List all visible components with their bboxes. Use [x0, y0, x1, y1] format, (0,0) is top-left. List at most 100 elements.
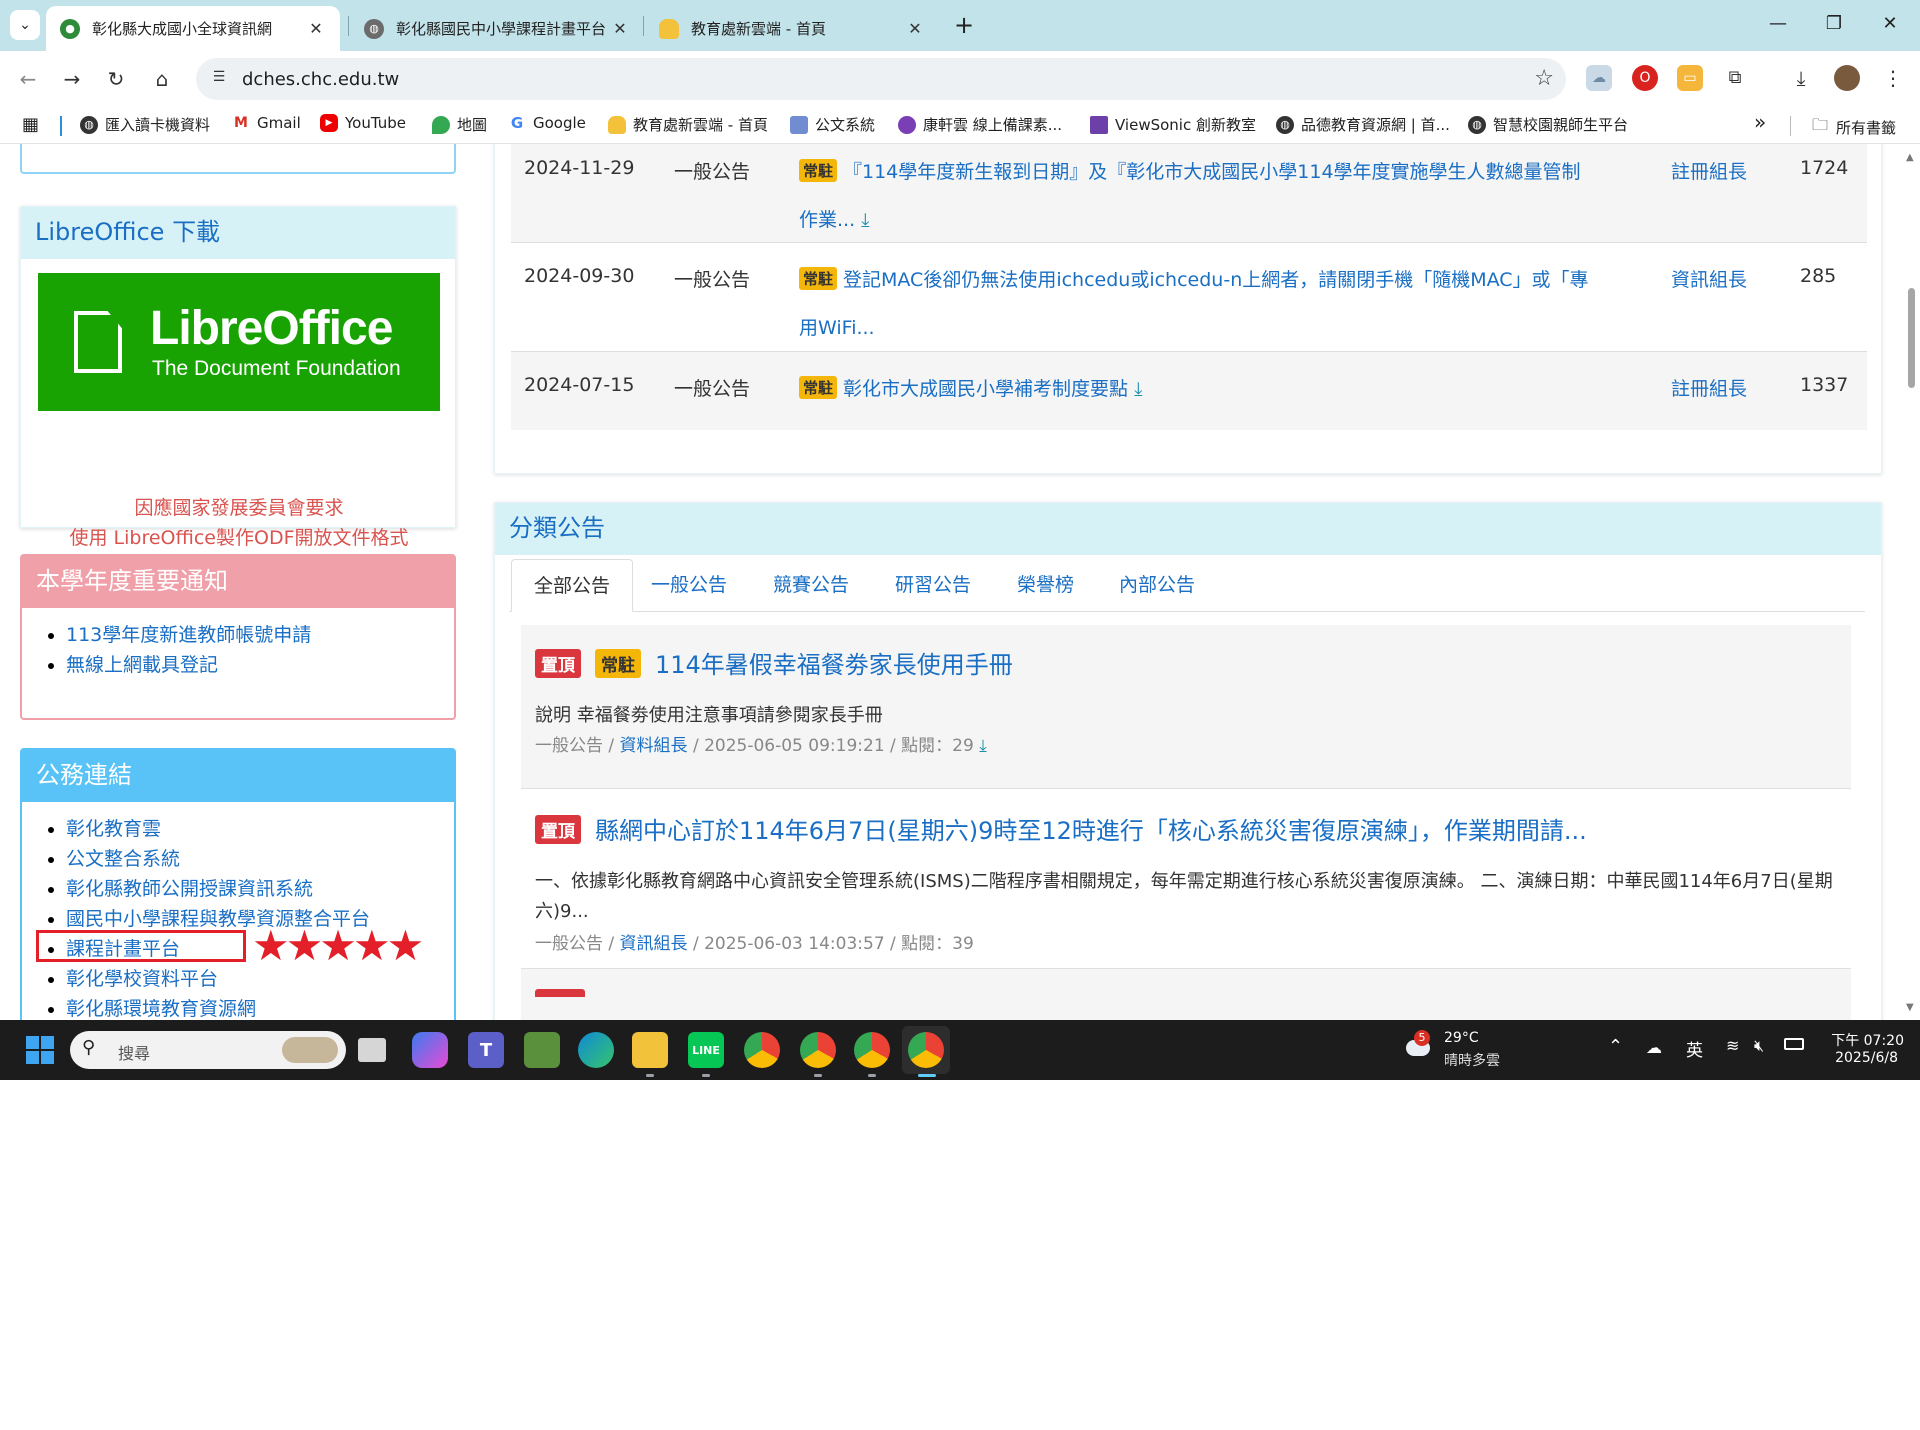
restore-button[interactable]: ❐ [1814, 8, 1854, 40]
tab-general-news[interactable]: 一般公告 [651, 559, 727, 611]
show-hidden-icons-chevron-icon[interactable]: ⌃ [1608, 1036, 1623, 1057]
tab-all-news[interactable]: 全部公告 [511, 559, 633, 612]
tab-dacheng[interactable]: ● 彰化縣大成國小全球資訊網 ✕ [46, 6, 340, 51]
row-title-link-continued[interactable]: 用WiFi... [799, 313, 875, 340]
weather-widget-icon[interactable]: 5 [1404, 1030, 1436, 1064]
download-icon[interactable]: ⤓ [1134, 378, 1142, 400]
line-icon[interactable]: LINE [688, 1032, 724, 1068]
bookmark-maps[interactable]: 地圖 [432, 114, 487, 135]
link-school-data-platform[interactable]: 彰化學校資料平台 [66, 968, 218, 990]
tab-edu-cloud[interactable]: 教育處新雲端 - 首頁 ✕ [645, 6, 939, 51]
close-tab-icon[interactable]: ✕ [306, 19, 326, 38]
bookmark-divider [60, 116, 62, 136]
link-chc-edu-cloud[interactable]: 彰化教育雲 [66, 818, 161, 840]
libreoffice-logo-text: LibreOffice [150, 302, 393, 355]
new-tab-button[interactable]: + [950, 12, 978, 40]
edge-icon[interactable] [578, 1032, 614, 1068]
close-window-button[interactable]: ✕ [1870, 8, 1910, 40]
tab-honor-roll[interactable]: 榮譽榜 [1017, 559, 1074, 611]
row-title-link-continued[interactable]: 作業... ⤓ [799, 205, 870, 232]
news-title-link[interactable]: 縣網中心訂於114年6月7日(星期六)9時至12時進行「核心系統災害復原演練」，… [595, 811, 1587, 846]
row-title-link[interactable]: 登記MAC後卻仍無法使用ichcedu或ichcedu-n上網者，請關閉手機「隨… [843, 265, 1589, 292]
apps-grid-icon[interactable]: ▦ [22, 114, 39, 135]
clock-date[interactable]: 2025/6/8 [1820, 1050, 1898, 1066]
forward-button[interactable]: → [56, 63, 88, 95]
row-title-link[interactable]: 『114學年度新生報到日期』及『彰化市大成國民小學114學年度實施學生人數總量管… [843, 157, 1581, 184]
tab-search-button[interactable]: ⌄ [10, 10, 40, 40]
folder-icon: 🗀 [1812, 115, 1829, 134]
bookmark-star-icon[interactable]: ☆ [1534, 66, 1554, 91]
bookmark-google[interactable]: G Google [508, 114, 586, 132]
download-icon[interactable]: ⤓ [979, 736, 987, 756]
file-explorer-icon[interactable] [632, 1032, 668, 1068]
extensions-puzzle-icon[interactable]: ⧉ [1722, 65, 1748, 91]
libreoffice-logo-banner[interactable]: LibreOffice The Document Foundation [38, 273, 440, 411]
wifi-icon[interactable]: ≋ [1726, 1036, 1739, 1055]
link-open-lesson-system[interactable]: 彰化縣教師公開授課資訊系統 [66, 878, 313, 900]
chrome-profile-icon[interactable] [854, 1032, 890, 1068]
bookmark-card-reader[interactable]: ◍ 匯入讀卡機資料 [80, 114, 210, 135]
bookmark-label: 品德教育資源網 | 首... [1301, 116, 1450, 134]
reload-button[interactable]: ↻ [100, 63, 132, 95]
address-bar[interactable]: ☰ dches.chc.edu.tw ☆ [196, 58, 1566, 100]
row-author-link[interactable]: 資訊組長 [1671, 265, 1747, 292]
download-icon[interactable]: ⤓ [1788, 65, 1814, 91]
home-button[interactable]: ⌂ [146, 63, 178, 95]
opera-extension-icon[interactable]: O [1632, 65, 1658, 91]
onedrive-cloud-icon[interactable]: ☁ [1646, 1038, 1662, 1057]
news-author-link[interactable]: 資料組長 [620, 736, 688, 756]
tab-competition-news[interactable]: 競賽公告 [773, 559, 849, 611]
web-page: LibreOffice 下載 LibreOffice The Document … [0, 144, 1920, 1020]
site-info-icon[interactable]: ☰ [208, 69, 230, 89]
teams-icon[interactable]: T [468, 1032, 504, 1068]
bookmark-character-edu[interactable]: ◍ 品德教育資源網 | 首... [1276, 114, 1450, 135]
profile-avatar[interactable] [1834, 65, 1860, 91]
row-author-link[interactable]: 註冊組長 [1671, 374, 1747, 401]
minimize-button[interactable]: — [1758, 8, 1798, 40]
start-button[interactable] [22, 1032, 58, 1068]
copilot-icon[interactable] [412, 1032, 448, 1068]
bookmark-kangxuan[interactable]: 康軒雲 線上備課素... [898, 114, 1062, 135]
taskbar-search-box[interactable]: ⚲ 搜尋 [70, 1031, 346, 1069]
battery-icon[interactable] [1784, 1038, 1804, 1050]
page-scrollbar[interactable]: ▲ ▼ [1902, 144, 1920, 1020]
chrome-icon[interactable] [744, 1032, 780, 1068]
input-method-indicator[interactable]: 英 [1686, 1036, 1703, 1061]
bookmark-smart-campus[interactable]: ◍ 智慧校園親師生平台 [1468, 114, 1628, 135]
notice-link[interactable]: 113學年度新進教師帳號申請 [66, 624, 311, 646]
close-tab-icon[interactable]: ✕ [905, 19, 925, 38]
row-author-link[interactable]: 註冊組長 [1671, 157, 1747, 184]
news-title-link[interactable]: 114年暑假幸福餐劵家長使用手冊 [655, 645, 1013, 680]
speaker-muted-icon[interactable]: 🔇︎ [1754, 1036, 1764, 1056]
link-document-system[interactable]: 公文整合系統 [66, 848, 180, 870]
all-bookmarks-button[interactable]: 🗀 所有書籤 [1812, 114, 1896, 141]
minecraft-icon[interactable] [524, 1032, 560, 1068]
close-tab-icon[interactable]: ✕ [610, 19, 630, 38]
bookmark-edu-cloud[interactable]: 教育處新雲端 - 首頁 [608, 114, 768, 135]
cloud-extension-icon[interactable]: ☁ [1586, 65, 1612, 91]
chrome-profile-icon[interactable] [800, 1032, 836, 1068]
download-icon[interactable]: ⤓ [861, 209, 869, 231]
clock-time[interactable]: 下午 07:20 [1820, 1030, 1904, 1050]
task-view-icon[interactable] [358, 1038, 386, 1062]
tag-extension-icon[interactable]: ▭ [1677, 65, 1703, 91]
scroll-up-arrow-icon[interactable]: ▲ [1906, 152, 1914, 163]
bookmark-gmail[interactable]: M Gmail [232, 114, 301, 132]
bookmark-viewsonic[interactable]: ViewSonic 創新教室 [1090, 114, 1256, 135]
bookmark-document-system[interactable]: 公文系統 [790, 114, 875, 135]
bookmark-youtube[interactable]: ▶ YouTube [320, 114, 406, 132]
notice-link[interactable]: 無線上網載具登記 [66, 654, 218, 676]
row-title-link[interactable]: 彰化市大成國民小學補考制度要點 ⤓ [843, 374, 1142, 401]
tab-curriculum-platform[interactable]: ◍ 彰化縣國民中小學課程計畫平台 ✕ [350, 6, 644, 51]
url-text[interactable]: dches.chc.edu.tw [242, 69, 399, 90]
tab-workshop-news[interactable]: 研習公告 [895, 559, 971, 611]
tab-internal-news[interactable]: 內部公告 [1119, 559, 1195, 611]
scroll-down-arrow-icon[interactable]: ▼ [1906, 1002, 1914, 1013]
news-author-link[interactable]: 資訊組長 [620, 934, 688, 954]
back-button[interactable]: ← [12, 63, 44, 95]
chrome-active-icon[interactable] [908, 1032, 944, 1068]
bookmarks-overflow-button[interactable]: » [1754, 110, 1766, 134]
menu-kebab-icon[interactable]: ⋮ [1880, 65, 1906, 91]
scrollbar-thumb[interactable] [1908, 288, 1915, 388]
link-env-education[interactable]: 彰化縣環境教育資源網 [66, 998, 256, 1020]
